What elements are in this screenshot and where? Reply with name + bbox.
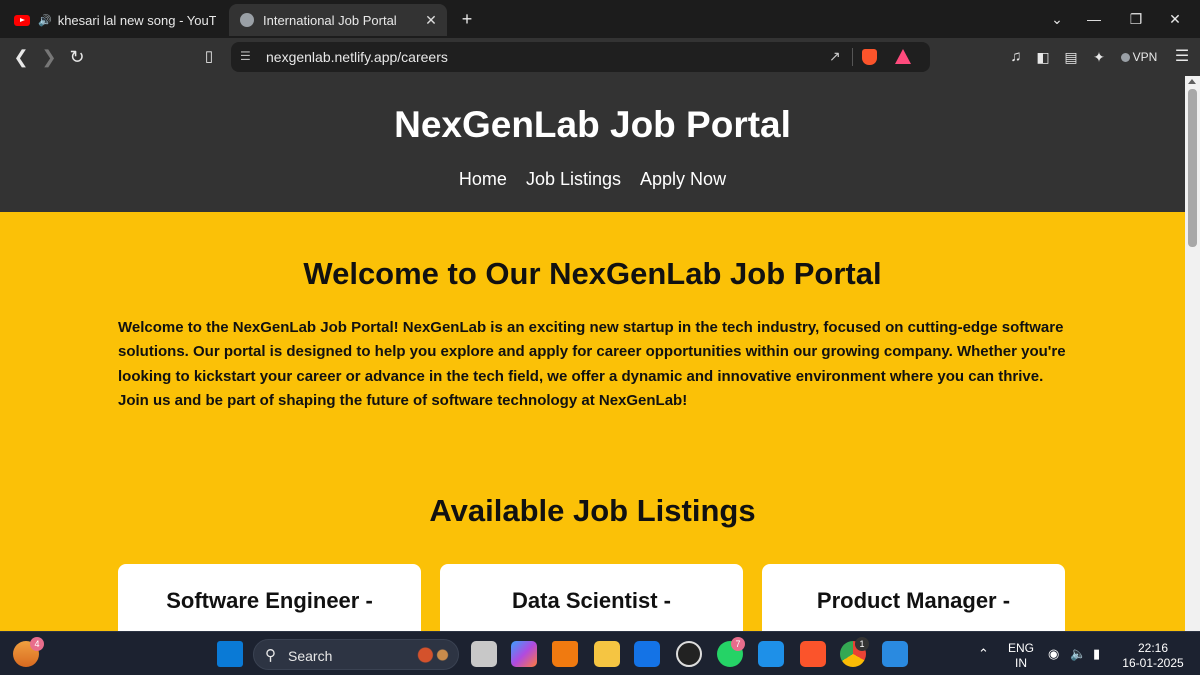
volume-icon[interactable]: 🔈 bbox=[1070, 646, 1086, 662]
welcome-heading: Welcome to Our NexGenLab Job Portal bbox=[303, 256, 882, 291]
vpn-label: VPN bbox=[1132, 50, 1158, 64]
job-card-software-engineer[interactable]: Software Engineer - bbox=[118, 564, 421, 631]
tab-title: khesari lal new song - YouTube bbox=[57, 12, 216, 28]
restore-button[interactable]: ❐ bbox=[1124, 8, 1148, 30]
battery-icon[interactable]: ▮ bbox=[1093, 646, 1100, 662]
back-button[interactable]: ❮ bbox=[9, 45, 33, 69]
whatsapp-badge: 7 bbox=[731, 637, 745, 651]
minimize-button[interactable]: — bbox=[1082, 8, 1106, 30]
bookmark-icon[interactable]: ▯ bbox=[197, 45, 221, 69]
divider bbox=[852, 48, 853, 66]
tab-search-chevron-icon[interactable]: ⌄ bbox=[1045, 8, 1069, 30]
vpn-button[interactable]: VPN bbox=[1114, 46, 1164, 68]
photos-icon[interactable] bbox=[882, 641, 908, 667]
search-highlight-icon bbox=[414, 646, 452, 664]
job-title: Data Scientist - bbox=[512, 588, 671, 613]
globe-icon bbox=[239, 12, 255, 28]
vpn-status-icon bbox=[1120, 53, 1130, 62]
nav-home-link[interactable]: Home bbox=[459, 169, 507, 189]
copilot-icon[interactable] bbox=[511, 641, 537, 667]
site-header: NexGenLab Job Portal Home Job Listings A… bbox=[0, 76, 1185, 212]
url-text[interactable]: nexgenlab.netlify.app/careers bbox=[266, 49, 448, 65]
tab-title: International Job Portal bbox=[263, 12, 397, 28]
chevron-up-icon[interactable]: ⌃ bbox=[978, 646, 989, 662]
chrome-badge: 1 bbox=[855, 637, 869, 651]
site-info-icon[interactable]: ☰ bbox=[240, 48, 256, 64]
wifi-icon[interactable]: ◉ bbox=[1048, 646, 1059, 662]
address-bar[interactable]: ☰ nexgenlab.netlify.app/careers ↗ bbox=[231, 42, 930, 72]
wallet-icon[interactable]: ▤ bbox=[1059, 45, 1083, 69]
windows-taskbar: 4 ⚲ Search 7 1 ⌃ ENG IN ◉ 🔈 ▮ 22:16 16-0… bbox=[0, 631, 1200, 675]
tab-youtube[interactable]: 🔊 khesari lal new song - YouTube bbox=[4, 4, 226, 36]
clock-time: 22:16 bbox=[1137, 641, 1169, 655]
brave-rewards-icon[interactable] bbox=[895, 49, 911, 64]
browser-tab-strip: 🔊 khesari lal new song - YouTube Interna… bbox=[0, 0, 1200, 38]
start-windows-icon[interactable] bbox=[217, 641, 243, 667]
menu-icon[interactable]: ☰ bbox=[1170, 45, 1194, 69]
welcome-paragraph: Welcome to the NexGenLab Job Portal! Nex… bbox=[118, 319, 1066, 409]
job-title: Software Engineer - bbox=[166, 588, 373, 613]
sidebar-icon[interactable]: ◧ bbox=[1031, 45, 1055, 69]
vlc-icon[interactable] bbox=[552, 641, 578, 667]
audio-playing-icon[interactable]: 🔊 bbox=[38, 14, 52, 27]
scrollbar-thumb[interactable] bbox=[1188, 89, 1197, 247]
widgets-badge: 4 bbox=[30, 637, 44, 651]
region-code: IN bbox=[1015, 656, 1027, 670]
leo-ai-icon[interactable]: ✦ bbox=[1087, 45, 1111, 69]
job-card-product-manager[interactable]: Product Manager - bbox=[762, 564, 1065, 631]
youtube-icon bbox=[14, 12, 30, 28]
taskbar-search-box[interactable]: ⚲ Search bbox=[253, 639, 459, 670]
browser-toolbar: ❮ ❯ ↻ ▯ ☰ nexgenlab.netlify.app/careers … bbox=[0, 38, 1200, 76]
language-code: ENG bbox=[1007, 641, 1034, 655]
job-card-data-scientist[interactable]: Data Scientist - bbox=[440, 564, 743, 631]
site-title: NexGenLab Job Portal bbox=[394, 104, 791, 145]
tab-job-portal[interactable]: International Job Portal ✕ bbox=[229, 4, 447, 36]
dell-icon[interactable] bbox=[676, 641, 702, 667]
media-icon[interactable]: ♫ bbox=[1004, 45, 1028, 69]
reload-button[interactable]: ↻ bbox=[65, 45, 89, 69]
job-title: Product Manager - bbox=[816, 588, 1011, 613]
vscode-icon[interactable] bbox=[758, 641, 784, 667]
brave-icon[interactable] bbox=[800, 641, 826, 667]
search-label: Search bbox=[288, 648, 333, 664]
clock-date: 16-01-2025 bbox=[1122, 656, 1184, 670]
nav-apply-now-link[interactable]: Apply Now bbox=[640, 169, 726, 189]
new-tab-button[interactable]: + bbox=[456, 8, 478, 30]
task-view-icon[interactable] bbox=[471, 641, 497, 667]
scroll-up-arrow-icon[interactable] bbox=[1188, 79, 1196, 84]
forward-button[interactable]: ❯ bbox=[37, 45, 61, 69]
jobs-heading: Available Job Listings bbox=[429, 493, 756, 528]
search-icon: ⚲ bbox=[265, 647, 276, 664]
clock[interactable]: 22:16 16-01-2025 bbox=[1118, 641, 1188, 671]
close-window-button[interactable]: ✕ bbox=[1163, 8, 1187, 30]
page-scrollbar[interactable] bbox=[1185, 76, 1200, 631]
brave-shields-icon[interactable] bbox=[862, 49, 877, 65]
share-icon[interactable]: ↗ bbox=[829, 48, 841, 65]
nav-job-listings-link[interactable]: Job Listings bbox=[526, 169, 621, 189]
outlook-icon[interactable] bbox=[634, 641, 660, 667]
close-tab-icon[interactable]: ✕ bbox=[423, 12, 439, 28]
file-explorer-icon[interactable] bbox=[594, 641, 620, 667]
language-indicator[interactable]: ENG IN bbox=[1005, 641, 1037, 671]
page-viewport[interactable]: NexGenLab Job Portal Home Job Listings A… bbox=[0, 76, 1185, 631]
site-nav: Home Job Listings Apply Now bbox=[0, 169, 1185, 190]
